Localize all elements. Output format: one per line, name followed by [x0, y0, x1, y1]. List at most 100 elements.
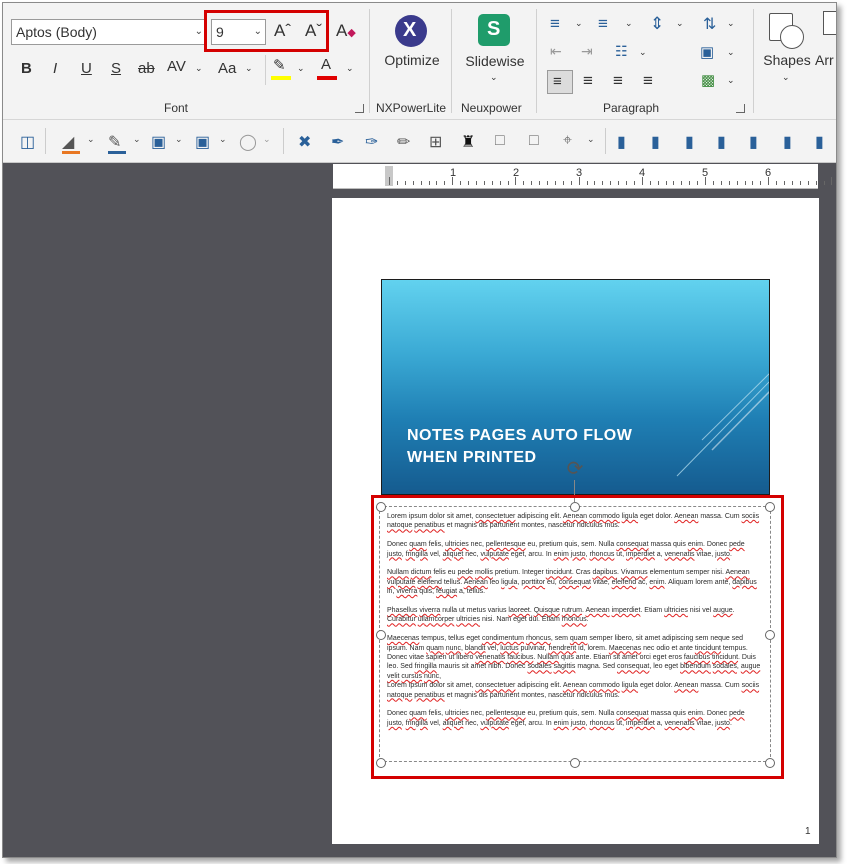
dialog-launcher-icon[interactable] [355, 104, 364, 113]
shape-effects-icon[interactable]: ▣ [151, 132, 166, 152]
ruler-tick [649, 181, 651, 185]
ruler-tick [657, 181, 659, 185]
align-center-icon[interactable]: ≡ [583, 71, 593, 91]
align-top-objects-icon[interactable]: ▮ [685, 132, 694, 152]
clear-formatting-button[interactable]: A◆ [336, 21, 356, 41]
shapes-button[interactable]: Shapes [761, 52, 813, 68]
chevron-down-icon[interactable]: ⌄ [727, 47, 735, 58]
chevron-down-icon[interactable]: ⌄ [727, 75, 735, 86]
change-case-button[interactable]: Aa [218, 60, 236, 77]
ruler-tick [531, 181, 533, 185]
chevron-down-icon[interactable]: ⌄ [575, 18, 583, 29]
ruler-tick [412, 181, 414, 185]
chevron-down-icon[interactable]: ⌄ [195, 63, 203, 74]
horizontal-ruler[interactable]: 1 2 3 4 5 6 [333, 164, 833, 189]
chevron-down-icon[interactable]: ⌄ [490, 72, 498, 83]
arrange-button[interactable]: Arr [815, 52, 836, 68]
ruler-tick [586, 181, 588, 185]
nxpowerlite-group-label: NXPowerLite [376, 101, 447, 115]
align-middle-objects-icon[interactable]: ▮ [749, 132, 758, 152]
justify-icon[interactable]: ≡ [643, 71, 653, 91]
resize-handle-top-right[interactable] [765, 502, 775, 512]
decrease-indent-icon[interactable]: ⇤ [550, 43, 562, 60]
resize-handle-bottom-right[interactable] [765, 758, 775, 768]
crop-icon[interactable]: ⌖ [563, 132, 572, 150]
resize-handle-bottom[interactable] [570, 758, 580, 768]
chevron-down-icon[interactable]: ⌄ [782, 72, 790, 83]
rotate-handle-icon[interactable]: ⟳ [564, 458, 586, 480]
resize-handle-left[interactable] [376, 630, 386, 640]
resize-handle-right[interactable] [765, 630, 775, 640]
align-text-icon[interactable]: ▣ [700, 43, 714, 61]
font-color-button[interactable]: A [321, 56, 331, 73]
merge-shapes-icon[interactable]: ◯ [239, 132, 257, 152]
align-left-objects-icon[interactable]: ▮ [617, 132, 626, 152]
resize-handle-top[interactable] [570, 502, 580, 512]
chevron-down-icon[interactable]: ⌄ [219, 134, 227, 145]
align-right-icon[interactable]: ≡ [613, 71, 623, 91]
chevron-down-icon[interactable]: ⌄ [676, 18, 684, 29]
fill-color-bar [62, 151, 80, 154]
text-direction-icon[interactable]: ⇅ [703, 14, 716, 34]
text-box-fit-icon[interactable]: ◫ [20, 132, 35, 152]
ruler-tick [791, 181, 793, 185]
brush-icon[interactable]: ✏ [397, 132, 410, 152]
chevron-down-icon[interactable]: ⌄ [625, 18, 633, 29]
stamp-icon[interactable]: ♜ [461, 132, 475, 152]
numbering-icon[interactable]: ≡ [598, 14, 608, 34]
chevron-down-icon[interactable]: ⌄ [297, 63, 305, 74]
chevron-down-icon[interactable]: ⌄ [245, 63, 253, 74]
line-spacing-icon[interactable]: ⇕ [650, 14, 664, 34]
optimize-button[interactable]: Optimize [381, 52, 443, 68]
align-center-objects-icon[interactable]: ▮ [651, 132, 660, 152]
ruler-tick [633, 181, 635, 185]
chevron-down-icon[interactable]: ⌄ [587, 134, 595, 145]
chevron-down-icon[interactable]: ⌄ [133, 134, 141, 145]
resize-handle-bottom-left[interactable] [376, 758, 386, 768]
ruler-tick [831, 177, 833, 185]
shapes-circle-icon [780, 25, 804, 49]
ruler-tick [689, 181, 691, 185]
bold-button[interactable]: B [21, 60, 32, 77]
strikethrough-button[interactable]: ab [138, 60, 155, 77]
dialog-launcher-icon[interactable] [736, 104, 745, 113]
pen-icon[interactable]: ✑ [365, 132, 378, 152]
ruler-tick [697, 181, 699, 185]
chevron-down-icon[interactable]: ⌄ [727, 18, 735, 29]
chevron-down-icon[interactable]: ⌄ [263, 134, 271, 145]
increase-indent-icon[interactable]: ⇥ [581, 43, 593, 60]
eyedropper-icon[interactable]: ✒ [331, 132, 344, 152]
italic-button[interactable]: I [53, 60, 57, 77]
underline-button[interactable]: U [81, 60, 92, 77]
chevron-down-icon[interactable]: ⌄ [639, 47, 647, 58]
ruler-tick [491, 181, 493, 185]
slidewise-button[interactable]: Slidewise [461, 53, 529, 69]
bullets-icon[interactable]: ≡ [550, 14, 560, 34]
text-shadow-button[interactable]: S [111, 60, 121, 77]
ruler-tick [641, 177, 643, 185]
columns-icon[interactable]: ☷ [615, 43, 628, 60]
group-icon[interactable]: □ [495, 132, 505, 150]
shape-outline-icon[interactable]: ✎ [108, 132, 121, 152]
paragraph-group-label: Paragraph [603, 101, 660, 115]
shape-styles-icon[interactable]: ▣ [195, 132, 210, 152]
smartart-icon[interactable]: ▩ [701, 71, 715, 89]
align-left-button[interactable]: ≡ [547, 70, 573, 94]
adjust-icon[interactable]: ⊞ [429, 132, 442, 152]
chevron-down-icon[interactable]: ⌄ [195, 26, 203, 37]
ungroup-icon[interactable]: □ [529, 132, 539, 150]
shape-fill-icon[interactable]: ◢ [62, 132, 74, 152]
ruler-tick [396, 181, 398, 185]
align-bottom-objects-icon[interactable]: ▮ [717, 132, 726, 152]
chevron-down-icon[interactable]: ⌄ [87, 134, 95, 145]
chevron-down-icon[interactable]: ⌄ [175, 134, 183, 145]
distribute-horizontal-icon[interactable]: ▮ [783, 132, 792, 152]
format-painter-icon[interactable]: ✖ [298, 132, 311, 152]
character-spacing-button[interactable]: AV [167, 58, 186, 75]
distribute-vertical-icon[interactable]: ▮ [815, 132, 824, 152]
resize-handle-top-left[interactable] [376, 502, 386, 512]
font-name-combo[interactable]: Aptos (Body) ⌄ [11, 19, 207, 45]
chevron-down-icon[interactable]: ⌄ [346, 63, 354, 74]
ruler-tick [468, 181, 469, 185]
highlight-pen-icon[interactable]: ✎ [273, 56, 286, 74]
